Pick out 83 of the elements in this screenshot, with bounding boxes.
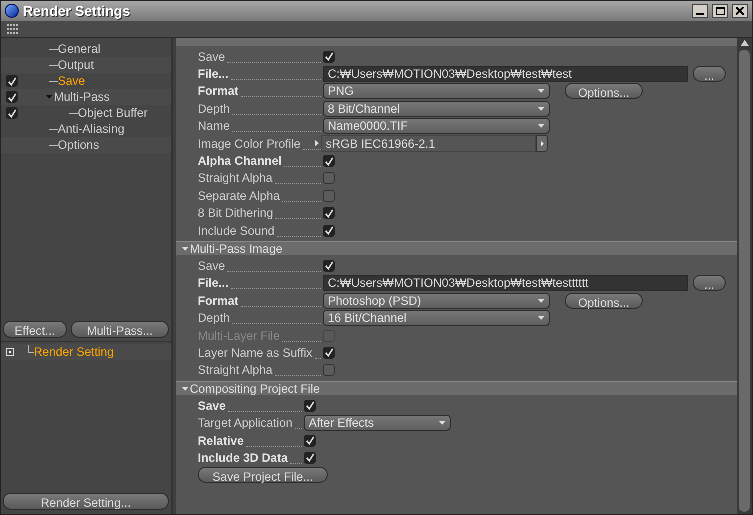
field-label: Straight Alpha [198,362,273,380]
field-label: Include Sound [198,222,275,240]
grip-icon[interactable] [7,24,19,34]
checkbox[interactable] [323,260,335,272]
arrow-icon[interactable] [315,140,319,148]
dropdown[interactable]: Photoshop (PSD) [323,292,550,309]
browse-button[interactable]: ... [693,66,726,82]
field-label: Target Application [198,415,293,432]
field-label: Straight Alpha [198,170,273,188]
maximize-button[interactable] [712,4,728,18]
arrow-icon [540,140,544,147]
field-label: Name [198,118,230,136]
section-title: Multi-Pass Image [190,240,283,258]
checkbox[interactable] [323,224,335,237]
minimize-button[interactable] [692,4,708,18]
scroll-up-icon[interactable] [740,40,748,46]
field-label: 8 Bit Dithering [198,205,274,222]
field-label: File... [198,66,229,84]
field-label: Save [198,398,226,415]
checkmark-icon[interactable] [6,75,18,87]
field-label: Layer Name as Suffix [198,344,312,362]
caret-icon [538,106,545,111]
checkbox[interactable] [304,434,316,446]
effect-button[interactable]: Effect... [3,321,67,338]
checkbox[interactable] [323,190,335,202]
field-label: Separate Alpha [198,188,280,205]
field-label: Alpha Channel [198,153,282,170]
field-label: Image Color Profile [198,136,301,153]
tree-item[interactable]: Anti-Aliasing [58,120,125,138]
field-label: Include 3D Data [198,450,288,467]
window-title: Render Settings [23,2,130,21]
collapse-arrow-icon[interactable] [182,386,189,391]
close-icon [736,7,744,15]
checkbox[interactable] [323,172,335,184]
section-header[interactable]: Multi-Pass Image [176,241,737,256]
multi-pass-button[interactable]: Multi-Pass... [71,321,169,338]
field-label: Depth [198,310,230,328]
tree-item[interactable]: Object Buffer [78,104,148,122]
caret-icon [439,421,446,426]
checkbox[interactable] [304,452,316,464]
file-path-field[interactable]: C:₩Users₩MOTION03₩Desktop₩test₩test [323,66,688,82]
field-label: Save [198,258,226,275]
scroll-thumb[interactable] [739,50,750,512]
field-label: Save [198,48,226,66]
checkbox[interactable] [323,155,335,168]
checkbox[interactable] [323,50,335,63]
field-label: Format [198,83,239,100]
caret-icon [538,89,545,94]
app-icon [5,4,19,18]
browse-button[interactable]: ... [693,275,726,292]
dropdown[interactable]: 16 Bit/Channel [323,310,550,326]
checkbox[interactable] [323,207,335,220]
scrollbar[interactable] [737,38,752,514]
save-project-file-button[interactable]: Save Project File... [198,467,328,484]
field-label: Relative [198,432,244,450]
render-setting-button[interactable]: Render Setting... [3,493,169,510]
dropdown[interactable]: 8 Bit/Channel [323,100,550,117]
field-label: File... [198,275,229,292]
caret-icon [538,298,545,303]
file-path-field[interactable]: C:₩Users₩MOTION03₩Desktop₩test₩testttttt [323,275,688,292]
checkmark-icon[interactable] [6,107,18,119]
target-icon[interactable] [6,348,14,356]
collapse-arrow-icon[interactable] [182,246,189,251]
checkbox[interactable] [304,400,316,412]
color-profile-field[interactable]: sRGB IEC61966-2.1 [321,135,536,152]
arrow-button[interactable] [536,135,548,152]
dropdown[interactable]: PNG [323,83,550,100]
section-header[interactable]: Compositing Project File [176,381,737,396]
checkbox[interactable] [323,364,335,376]
section-title: Compositing Project File [190,380,320,398]
field-label: Depth [198,100,230,118]
options-button: Options... [565,292,643,309]
checkmark-icon[interactable] [6,91,18,103]
dropdown[interactable]: Name0000.TIF [323,118,550,134]
dropdown[interactable]: After Effects [304,415,451,432]
close-button[interactable] [732,4,748,18]
caret-icon [538,124,545,128]
checkbox[interactable] [323,346,335,359]
options-button[interactable]: Options... [565,83,643,100]
tree-item[interactable]: General [58,40,101,58]
caret-icon [538,316,545,320]
field-label: Format [198,292,239,310]
tree-item[interactable]: Save [58,72,86,90]
